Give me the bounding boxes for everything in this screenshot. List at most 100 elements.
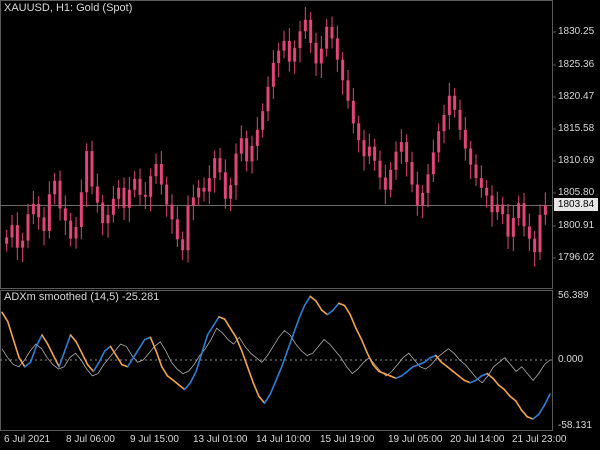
adx-smoothed-segment bbox=[64, 334, 72, 352]
chart-window[interactable]: XAUUSD, H1: Gold (Spot) ADXm smoothed (1… bbox=[0, 0, 600, 450]
current-price-label: 1803.84 bbox=[554, 198, 598, 211]
time-tick-label: 6 Jul 2021 bbox=[4, 434, 51, 445]
adx-smoothed-segment bbox=[98, 350, 106, 364]
candle-body bbox=[453, 95, 457, 110]
price-tick-label: 1800.91 bbox=[558, 220, 595, 231]
price-tick-label: 1830.25 bbox=[558, 26, 595, 37]
candle-body bbox=[383, 177, 387, 190]
adx-smoothed-segment bbox=[355, 327, 363, 341]
time-tick-label: 15 Jul 19:00 bbox=[320, 434, 375, 445]
adx-smoothed-segment bbox=[183, 381, 192, 391]
candle-body bbox=[37, 203, 41, 218]
candle-body bbox=[362, 140, 366, 157]
candle-body bbox=[138, 178, 142, 195]
candle-body bbox=[458, 109, 462, 130]
indicator-lines bbox=[0, 295, 552, 420]
candle-body bbox=[250, 145, 254, 162]
adx-smoothed-segment bbox=[69, 334, 77, 343]
candle-body bbox=[53, 180, 57, 195]
candle-body bbox=[106, 214, 110, 224]
candle-body bbox=[245, 138, 249, 162]
adx-smoothed-segment bbox=[526, 415, 534, 420]
candle-body bbox=[31, 203, 35, 215]
adx-smoothed-segment bbox=[360, 338, 369, 355]
candle-body bbox=[415, 184, 419, 206]
adx-smoothed-segment bbox=[46, 343, 55, 357]
time-tick-label: 8 Jul 06:00 bbox=[66, 434, 115, 445]
candle-body bbox=[85, 151, 89, 193]
candle-body bbox=[271, 62, 275, 87]
adx-smoothed-segment bbox=[492, 377, 500, 386]
candle-body bbox=[426, 174, 430, 193]
candle-body bbox=[410, 162, 414, 185]
adx-smoothed-segment bbox=[195, 352, 203, 373]
time-tick-label: 19 Jul 05:00 bbox=[388, 434, 443, 445]
adx-smoothed-segment bbox=[389, 375, 397, 380]
price-tick-label: 1796.02 bbox=[558, 252, 595, 263]
candle-body bbox=[69, 220, 73, 239]
candle-body bbox=[341, 59, 345, 81]
indicator-title: ADXm smoothed (14,5) -25.281 bbox=[4, 291, 160, 303]
candle-body bbox=[15, 225, 19, 248]
candle-body bbox=[117, 187, 121, 199]
candle-body bbox=[63, 208, 67, 221]
candle-body bbox=[218, 158, 222, 173]
adx-smoothed-segment bbox=[297, 304, 306, 320]
candle-body bbox=[111, 198, 115, 215]
candle-body bbox=[95, 186, 99, 203]
adx-smoothed-segment bbox=[263, 393, 272, 404]
candle-body bbox=[495, 204, 499, 213]
candle-body bbox=[261, 111, 265, 130]
candle-body bbox=[79, 192, 83, 228]
candle-body bbox=[143, 194, 147, 197]
adx-smoothed-segment bbox=[446, 365, 454, 373]
candle-body bbox=[474, 164, 478, 179]
candle-body bbox=[229, 185, 233, 199]
price-tick-label: 1820.47 bbox=[558, 91, 595, 102]
candle-body bbox=[309, 19, 313, 43]
candle-body bbox=[154, 163, 158, 177]
adx-smoothed-segment bbox=[343, 304, 352, 316]
time-tick-label: 9 Jul 15:00 bbox=[130, 434, 179, 445]
candle-body bbox=[191, 197, 195, 206]
adx-smoothed-segment bbox=[309, 295, 317, 302]
candle-body bbox=[277, 50, 281, 63]
adx-smoothed-segment bbox=[543, 393, 551, 407]
candle-body bbox=[197, 187, 201, 198]
adx-smoothed-segment bbox=[121, 363, 129, 368]
candle-body bbox=[543, 205, 547, 215]
candle-body bbox=[303, 19, 307, 32]
candle-body bbox=[378, 160, 382, 178]
adx-smoothed-segment bbox=[92, 361, 100, 373]
candle-body bbox=[101, 202, 105, 224]
chart-canvas[interactable] bbox=[0, 0, 600, 450]
adx-smoothed-segment bbox=[292, 318, 300, 336]
adx-smoothed-segment bbox=[35, 334, 43, 348]
time-tick-label: 13 Jul 01:00 bbox=[193, 434, 248, 445]
candle-body bbox=[405, 142, 409, 163]
candle-body bbox=[266, 86, 270, 112]
candle-body bbox=[239, 138, 243, 154]
candle-body bbox=[421, 192, 425, 206]
adx-smoothed-segment bbox=[172, 379, 180, 386]
adx-smoothed-segment bbox=[400, 370, 409, 377]
adx-smoothed-segment bbox=[178, 384, 186, 391]
candle-body bbox=[442, 115, 446, 132]
candle-body bbox=[330, 26, 334, 39]
candle-body bbox=[90, 151, 94, 187]
adx-smoothed-segment bbox=[497, 384, 506, 391]
price-tick-label: 1825.36 bbox=[558, 59, 595, 70]
candle-body bbox=[325, 26, 329, 49]
candle-body bbox=[511, 218, 515, 237]
candle-body bbox=[127, 189, 131, 208]
time-tick-label: 20 Jul 14:00 bbox=[450, 434, 505, 445]
candle-body bbox=[42, 217, 46, 231]
candle-body bbox=[293, 48, 297, 62]
adx-smoothed-segment bbox=[189, 370, 197, 384]
adx-smoothed-segment bbox=[75, 340, 83, 355]
adx-smoothed-segment bbox=[206, 325, 214, 336]
adx-smoothed-segment bbox=[469, 379, 477, 384]
adx-smoothed-segment bbox=[457, 375, 466, 382]
adx-smoothed-segment bbox=[337, 302, 346, 307]
adx-smoothed-segment bbox=[303, 295, 312, 307]
